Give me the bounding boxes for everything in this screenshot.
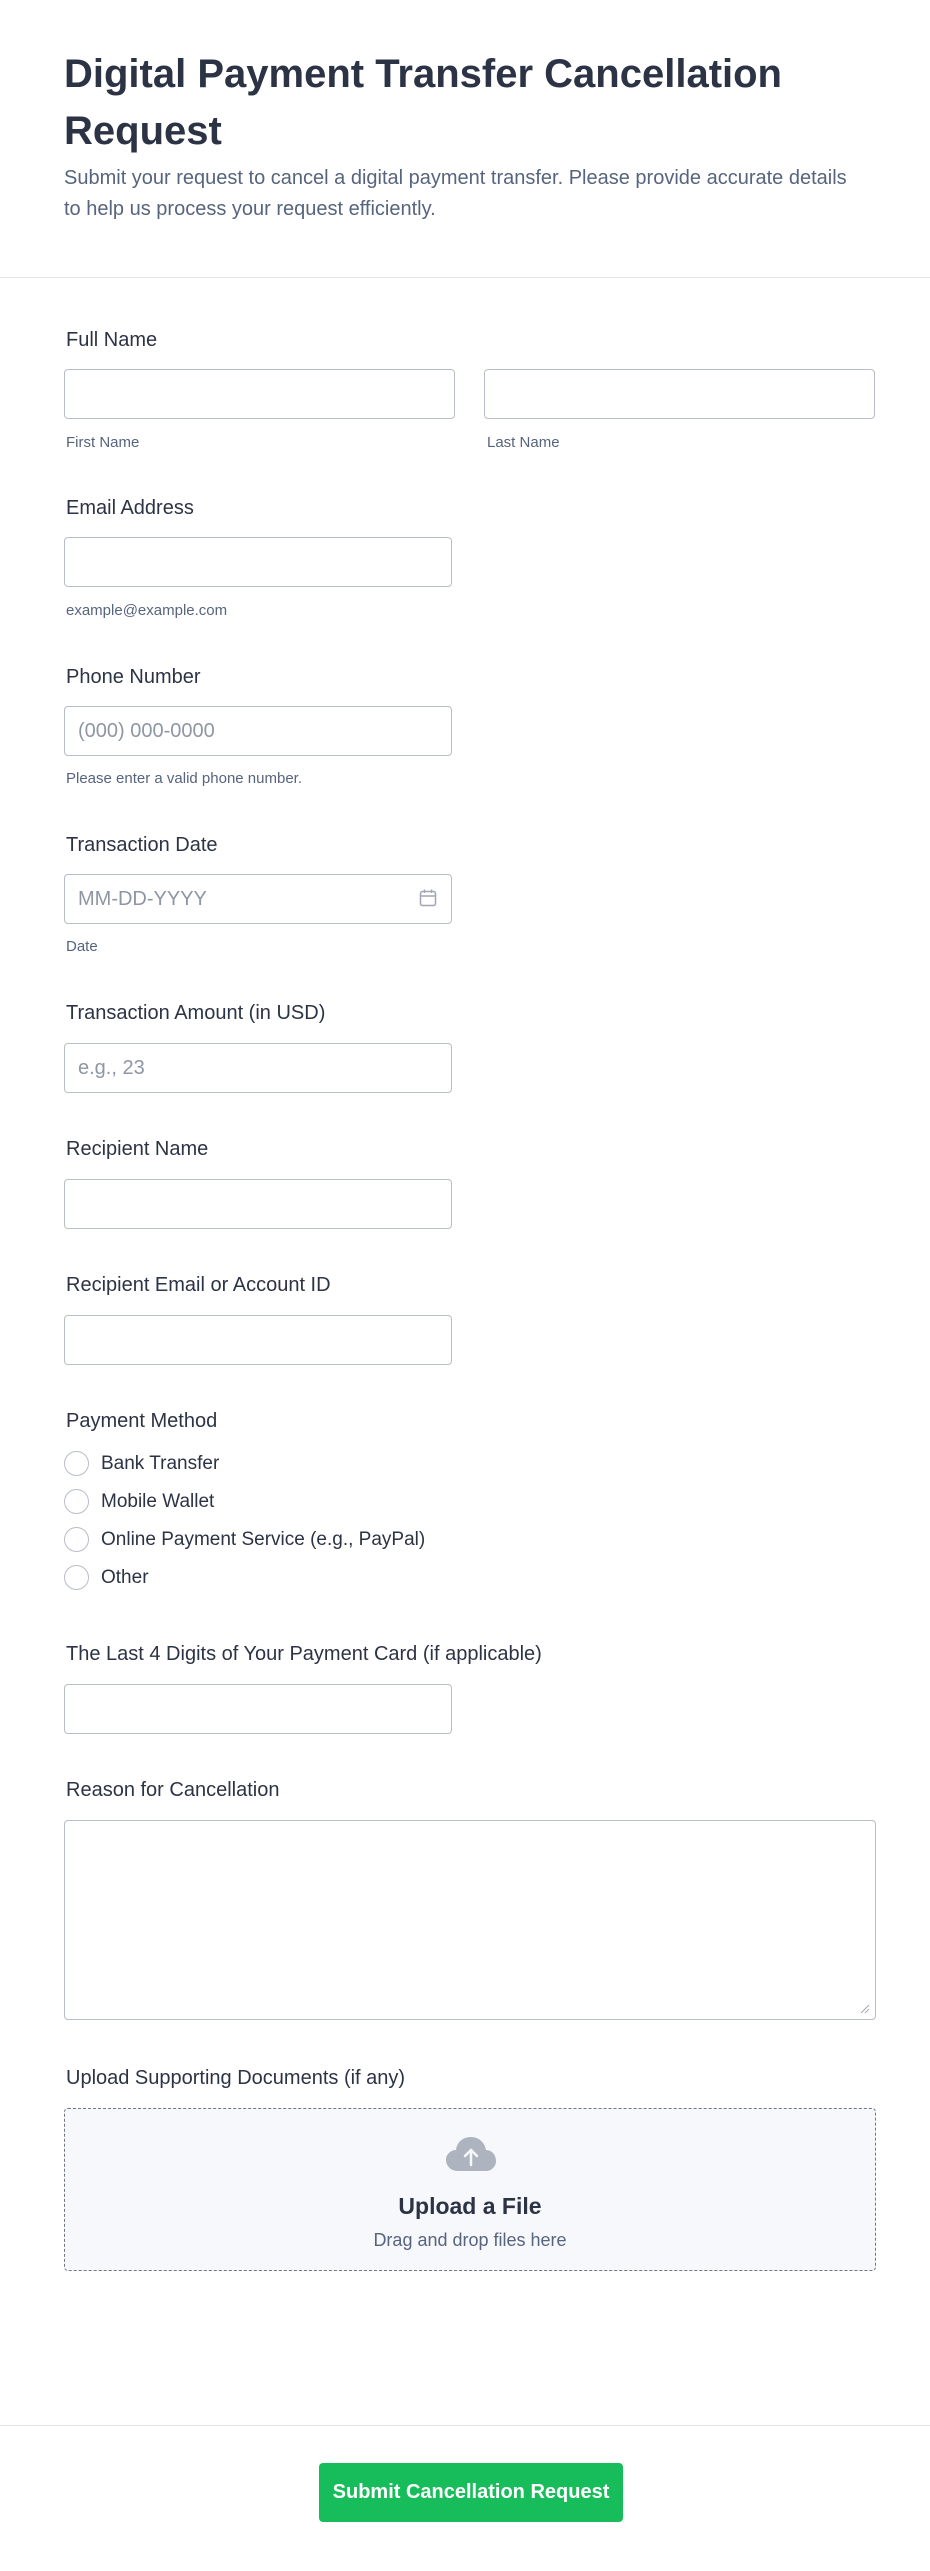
radio-button[interactable] — [64, 1565, 89, 1590]
radio-label: Bank Transfer — [101, 1453, 220, 1474]
footer-divider — [0, 2425, 930, 2426]
transaction-amount-input[interactable] — [64, 1043, 452, 1093]
radio-button[interactable] — [64, 1489, 89, 1514]
phone-label: Phone Number — [66, 666, 201, 688]
email-input[interactable] — [64, 537, 452, 587]
last-name-input[interactable] — [484, 369, 875, 419]
calendar-icon[interactable] — [418, 888, 438, 908]
recipient-email-input[interactable] — [64, 1315, 452, 1365]
email-sublabel: example@example.com — [66, 602, 228, 619]
file-upload-dropzone[interactable]: Upload a File Drag and drop files here — [64, 2108, 876, 2271]
radio-online-payment-service[interactable]: Online Payment Service (e.g., PayPal) — [64, 1526, 564, 1554]
radio-mobile-wallet[interactable]: Mobile Wallet — [64, 1488, 564, 1516]
page-title: Digital Payment Transfer Cancellation Re… — [64, 52, 782, 153]
recipient-name-input[interactable] — [64, 1179, 452, 1229]
radio-bank-transfer[interactable]: Bank Transfer — [64, 1450, 564, 1478]
radio-other[interactable]: Other — [64, 1564, 564, 1592]
phone-input[interactable] — [64, 706, 452, 756]
form-header: Digital Payment Transfer Cancellation Re… — [0, 0, 930, 278]
form-page: Digital Payment Transfer Cancellation Re… — [0, 0, 930, 2571]
transaction-amount-label: Transaction Amount (in USD) — [66, 1002, 326, 1024]
radio-label: Mobile Wallet — [101, 1491, 215, 1512]
radio-button[interactable] — [64, 1451, 89, 1476]
upload-subtitle: Drag and drop files here — [373, 2230, 567, 2250]
transaction-date-label: Transaction Date — [66, 834, 218, 856]
first-name-input[interactable] — [64, 369, 455, 419]
card-last4-label: The Last 4 Digits of Your Payment Card (… — [66, 1643, 542, 1665]
resize-grip-icon[interactable] — [858, 2002, 870, 2014]
radio-button[interactable] — [64, 1527, 89, 1552]
email-label: Email Address — [66, 497, 194, 519]
reason-label: Reason for Cancellation — [66, 1779, 280, 1801]
first-name-sublabel: First Name — [66, 434, 140, 451]
cloud-upload-icon — [446, 2137, 496, 2171]
upload-label: Upload Supporting Documents (if any) — [66, 2067, 406, 2089]
last-name-sublabel: Last Name — [487, 434, 560, 451]
reason-textarea[interactable] — [64, 1820, 876, 2020]
radio-label: Online Payment Service (e.g., PayPal) — [101, 1529, 426, 1550]
page-subtitle: Submit your request to cancel a digital … — [64, 167, 847, 220]
recipient-name-label: Recipient Name — [66, 1138, 209, 1160]
recipient-email-label: Recipient Email or Account ID — [66, 1274, 331, 1296]
card-last4-input[interactable] — [64, 1684, 452, 1734]
transaction-date-sublabel: Date — [66, 938, 98, 955]
radio-label: Other — [101, 1567, 149, 1588]
transaction-date-input[interactable] — [64, 874, 452, 924]
phone-sublabel: Please enter a valid phone number. — [66, 770, 302, 787]
payment-method-label: Payment Method — [66, 1410, 218, 1432]
full-name-label: Full Name — [66, 329, 158, 351]
submit-button[interactable]: Submit Cancellation Request — [319, 2463, 623, 2522]
upload-title: Upload a File — [398, 2193, 542, 2219]
